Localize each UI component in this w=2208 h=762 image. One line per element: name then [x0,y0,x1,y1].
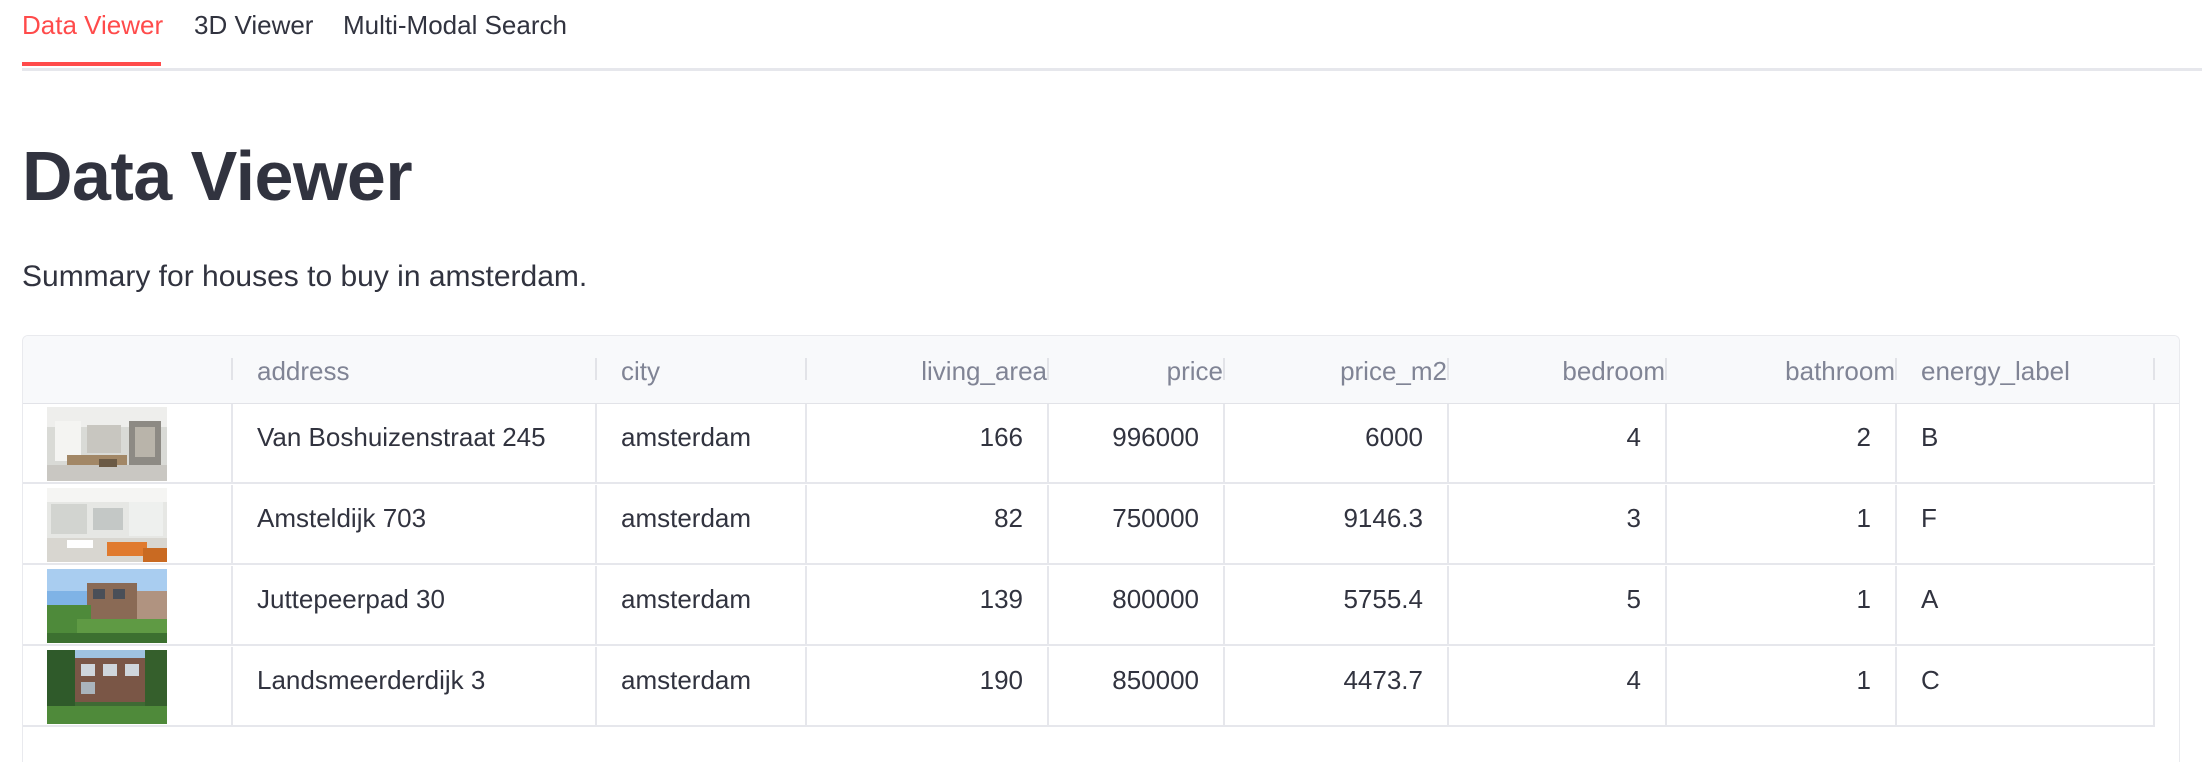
bathroom-cell: 1 [1667,485,1897,565]
city-cell: amsterdam [597,566,807,646]
city-cell: amsterdam [597,647,807,727]
table-row[interactable]: Amsteldijk 703 amsterdam 82 750000 9146.… [23,485,2155,566]
living-area-cell: 82 [807,485,1049,565]
address-cell: Amsteldijk 703 [233,485,597,565]
living-room-photo [47,407,167,481]
city-cell: amsterdam [597,404,807,484]
bathroom-cell: 1 [1667,647,1897,727]
address-cell: Van Boshuizenstraat 245 [233,404,597,484]
column-header-city[interactable]: city [621,336,801,403]
price-cell: 996000 [1049,404,1225,484]
bedroom-cell: 4 [1449,647,1667,727]
column-header-living-area[interactable]: living_area [807,336,1047,403]
price-cell: 750000 [1049,485,1225,565]
tab-data-viewer[interactable]: Data Viewer [22,6,163,62]
table-row[interactable]: Landsmeerderdijk 3 amsterdam 190 850000 … [23,647,2155,728]
living-area-cell: 190 [807,647,1049,727]
living-area-cell: 166 [807,404,1049,484]
price-m2-cell: 4473.7 [1225,647,1449,727]
address-cell: Juttepeerpad 30 [233,566,597,646]
tab-multi-modal-search[interactable]: Multi-Modal Search [343,6,567,62]
energy-label-cell: C [1897,647,2155,727]
data-table[interactable]: address city living_area price price_m2 … [22,335,2180,762]
energy-label-cell: F [1897,485,2155,565]
column-separator [1895,358,1897,380]
bedroom-cell: 3 [1449,485,1667,565]
column-header-energy-label[interactable]: energy_label [1921,336,2151,403]
image-cell [23,404,233,484]
bedroom-cell: 5 [1449,566,1667,646]
image-cell [23,485,233,565]
energy-label-cell: B [1897,404,2155,484]
bathroom-cell: 2 [1667,404,1897,484]
price-cell: 850000 [1049,647,1225,727]
house-exterior-photo [47,569,167,643]
price-m2-cell: 6000 [1225,404,1449,484]
column-separator [595,358,597,380]
column-header-address[interactable]: address [257,336,597,403]
price-cell: 800000 [1049,566,1225,646]
tab-3d-viewer[interactable]: 3D Viewer [194,6,313,62]
living-area-cell: 139 [807,566,1049,646]
tab-bar: Data Viewer 3D Viewer Multi-Modal Search [22,0,2202,71]
table-header: address city living_area price price_m2 … [23,336,2179,404]
page-title: Data Viewer [22,137,413,215]
column-header-price[interactable]: price [1049,336,1223,403]
bathroom-cell: 1 [1667,566,1897,646]
address-cell: Landsmeerderdijk 3 [233,647,597,727]
column-header-bedroom[interactable]: bedroom [1449,336,1665,403]
interior-photo [47,488,167,562]
column-separator [231,358,233,380]
city-cell: amsterdam [597,485,807,565]
bedroom-cell: 4 [1449,404,1667,484]
price-m2-cell: 5755.4 [1225,566,1449,646]
energy-label-cell: A [1897,566,2155,646]
image-cell [23,647,233,727]
table-row[interactable]: Van Boshuizenstraat 245 amsterdam 166 99… [23,404,2155,485]
column-separator [2153,358,2155,380]
column-header-bathroom[interactable]: bathroom [1667,336,1895,403]
page-summary: Summary for houses to buy in amsterdam. [22,260,588,293]
table-row[interactable]: Juttepeerpad 30 amsterdam 139 800000 575… [23,566,2155,647]
price-m2-cell: 9146.3 [1225,485,1449,565]
garden-house-photo [47,650,167,724]
column-header-price-m2[interactable]: price_m2 [1225,336,1447,403]
image-cell [23,566,233,646]
active-tab-indicator [22,62,161,66]
